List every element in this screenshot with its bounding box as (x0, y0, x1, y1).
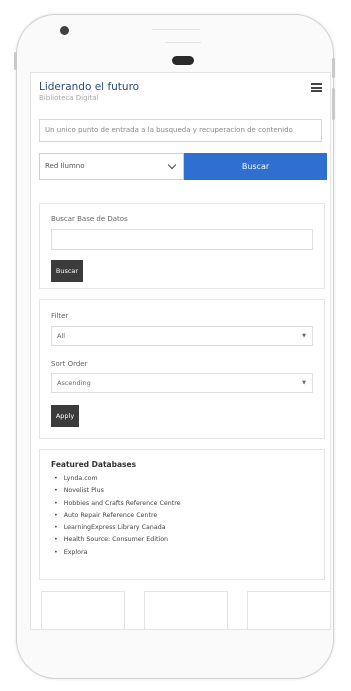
sort-order-label: Sort Order (51, 360, 88, 368)
filter-panel: Filter All ▼ Sort Order Ascending ▼ Appl… (39, 299, 325, 439)
content-card[interactable] (144, 591, 228, 629)
app-header: Liderando el futuro Biblioteca Digital (39, 81, 322, 113)
filter-select[interactable]: All ▼ (51, 326, 313, 346)
database-search-label: Buscar Base de Datos (51, 215, 128, 223)
source-select[interactable]: Red Ilumno (39, 153, 184, 180)
phone-side-button (332, 58, 335, 78)
sort-order-value: Ascending (57, 379, 91, 387)
featured-databases-panel: Featured Databases Lynda.com Novelist Pl… (39, 449, 325, 580)
database-link[interactable]: Health Source: Consumer Edition (54, 534, 181, 546)
screen-glare (165, 42, 201, 43)
screen-glare (152, 29, 200, 30)
featured-databases-list: Lynda.com Novelist Plus Hobbies and Craf… (54, 473, 181, 559)
filter-label: Filter (51, 312, 69, 320)
filter-select-value: All (57, 332, 66, 340)
database-search-panel: Buscar Base de Datos Buscar (39, 203, 325, 289)
search-input[interactable]: Un unico punto de entrada a la busqueda … (39, 119, 322, 142)
phone-side-button (332, 88, 335, 120)
database-link[interactable]: Novelist Plus (54, 485, 181, 497)
apply-button[interactable]: Apply (51, 405, 79, 427)
caret-down-icon: ▼ (302, 333, 306, 339)
app-screen: Liderando el futuro Biblioteca Digital U… (30, 72, 331, 630)
site-subtitle: Biblioteca Digital (39, 94, 99, 102)
database-link[interactable]: Auto Repair Reference Centre (54, 510, 181, 522)
caret-down-icon: ▼ (302, 380, 306, 386)
front-camera (60, 26, 69, 35)
source-select-value: Red Ilumno (45, 162, 85, 170)
hamburger-menu-icon[interactable] (311, 83, 322, 92)
database-link[interactable]: Lynda.com (54, 473, 181, 485)
database-link[interactable]: Hobbies and Crafts Reference Centre (54, 498, 181, 510)
database-link[interactable]: Explora (54, 547, 181, 559)
content-card[interactable] (247, 591, 330, 629)
database-search-input[interactable] (51, 229, 313, 250)
database-link[interactable]: LearningExpress Library Canada (54, 522, 181, 534)
search-button[interactable]: Buscar (184, 153, 327, 180)
database-search-button[interactable]: Buscar (51, 260, 83, 282)
earpiece-speaker (172, 56, 194, 65)
site-title[interactable]: Liderando el futuro (39, 81, 322, 93)
content-card[interactable] (41, 591, 125, 629)
featured-databases-title: Featured Databases (51, 460, 137, 469)
chevron-down-icon (167, 160, 177, 170)
phone-side-button (14, 52, 17, 70)
sort-order-select[interactable]: Ascending ▼ (51, 373, 313, 393)
